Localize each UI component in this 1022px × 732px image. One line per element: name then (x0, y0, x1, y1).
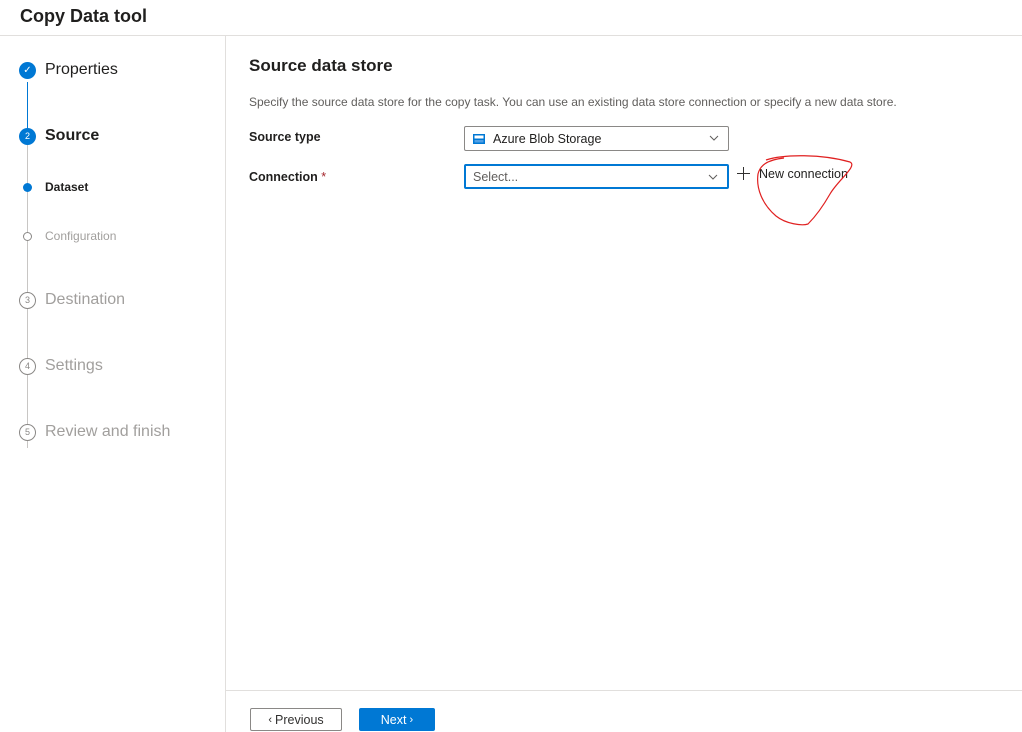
substep-label: Dataset (45, 180, 89, 194)
step-number: 2 (19, 127, 36, 145)
connection-placeholder: Select... (473, 169, 519, 184)
step-label: Settings (45, 357, 103, 374)
connection-dropdown[interactable]: Select... (464, 164, 729, 189)
step-number: 5 (19, 423, 36, 441)
step-label: Destination (45, 291, 126, 308)
step-properties[interactable]: ✓ Properties (19, 61, 118, 79)
page-title: Source data store (249, 56, 393, 75)
app-header: Copy Data tool (0, 0, 1022, 36)
previous-button[interactable]: ‹ Previous (250, 708, 342, 731)
active-dot-icon (23, 182, 32, 192)
new-connection-button[interactable]: New connection (736, 166, 848, 181)
step-destination[interactable]: 3 Destination (19, 291, 125, 309)
new-connection-label: New connection (759, 166, 848, 181)
substep-configuration[interactable]: Configuration (23, 229, 116, 243)
chevron-left-icon: ‹ (268, 713, 276, 726)
connection-label: Connection * (249, 170, 327, 184)
main-panel: Source data store Specify the source dat… (226, 36, 1022, 732)
step-label: Properties (45, 61, 118, 78)
chevron-down-icon (708, 174, 718, 180)
step-review-and-finish[interactable]: 5 Review and finish (19, 423, 170, 441)
step-label: Review and finish (45, 423, 171, 440)
wizard-footer: ‹ Previous Next › (226, 690, 1022, 732)
page-description: Specify the source data store for the co… (249, 95, 897, 109)
source-type-dropdown[interactable]: Azure Blob Storage (464, 126, 729, 151)
step-settings[interactable]: 4 Settings (19, 357, 103, 375)
azure-blob-storage-icon (473, 133, 485, 144)
step-number: 3 (19, 291, 36, 309)
step-label: Source (45, 127, 100, 144)
app-title: Copy Data tool (20, 6, 148, 26)
plus-icon (737, 167, 750, 180)
source-type-value: Azure Blob Storage (493, 131, 602, 146)
checkmark-icon: ✓ (19, 61, 36, 79)
source-type-label: Source type (249, 130, 321, 144)
step-source[interactable]: 2 Source (19, 127, 99, 145)
wizard-steps-sidebar: ✓ Properties 2 Source Dataset Configurat… (0, 36, 226, 732)
step-number: 4 (19, 357, 36, 375)
substep-label: Configuration (45, 229, 117, 243)
chevron-right-icon: › (406, 713, 414, 726)
required-marker: * (321, 170, 327, 184)
chevron-down-icon (709, 135, 719, 141)
next-button[interactable]: Next › (359, 708, 435, 731)
substep-dataset[interactable]: Dataset (23, 180, 88, 194)
pending-dot-icon (23, 231, 32, 241)
